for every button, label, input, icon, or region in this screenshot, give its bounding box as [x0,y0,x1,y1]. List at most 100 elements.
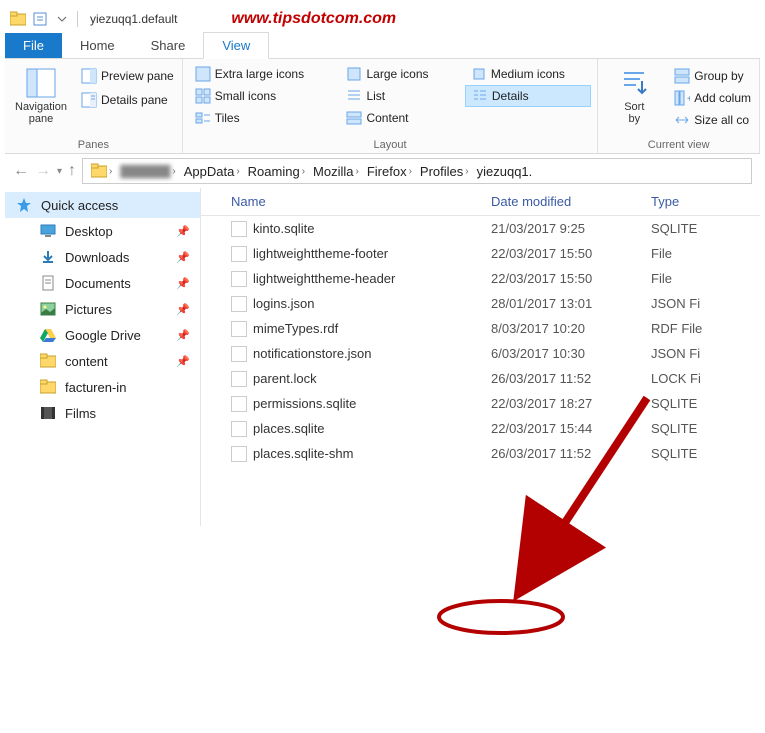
file-icon [231,346,247,362]
navigation-pane-button[interactable]: Navigation pane [11,63,71,129]
sidebar-item-content[interactable]: content📌 [5,348,200,374]
qat-dropdown-icon[interactable] [53,10,71,28]
group-current-view-label: Current view [604,137,753,151]
file-icon [231,446,247,462]
layout-small-button[interactable]: Small icons [189,85,331,107]
pin-icon: 📌 [176,355,190,368]
downloads-icon [39,248,57,266]
breadcrumb-seg[interactable]: Roaming› [244,164,309,179]
file-row[interactable]: notificationstore.json6/03/2017 10:30JSO… [201,341,760,366]
sidebar-quick-access[interactable]: Quick access [5,192,200,218]
file-type: SQLITE [651,396,760,411]
layout-extra-large-button[interactable]: Extra large icons [189,63,331,85]
breadcrumb-root-icon[interactable]: › [87,163,116,179]
folder-icon [39,352,57,370]
sidebar-item-pictures[interactable]: Pictures📌 [5,296,200,322]
breadcrumb[interactable]: › ▇▇▇▇▇› AppData› Roaming› Mozilla› Fire… [82,158,752,184]
sort-by-button[interactable]: Sort by [604,63,664,129]
file-name: mimeTypes.rdf [253,321,338,336]
pin-icon: 📌 [176,251,190,264]
layout-list-button[interactable]: List [340,85,454,107]
nav-recent-icon[interactable]: ▾ [57,166,62,177]
file-icon [231,396,247,412]
file-row[interactable]: parent.lock26/03/2017 11:52LOCK Fi [201,366,760,391]
desktop-icon [39,222,57,240]
sidebar-item-desktop[interactable]: Desktop📌 [5,218,200,244]
tab-view[interactable]: View [203,32,269,59]
details-pane-label: Details pane [101,93,168,107]
films-icon [39,404,57,422]
col-date[interactable]: Date modified [491,194,651,209]
layout-large-button[interactable]: Large icons [340,63,454,85]
group-by-button[interactable]: Group by [672,65,753,87]
details-pane-icon [81,92,97,108]
layout-content-button[interactable]: Content [340,107,454,129]
folder-icon [9,10,27,28]
file-type: JSON Fi [651,346,760,361]
file-date: 21/03/2017 9:25 [491,221,651,236]
col-name[interactable]: Name [201,194,491,209]
watermark-text: www.tipsdotcom.com [231,10,396,28]
sidebar-item-downloads[interactable]: Downloads📌 [5,244,200,270]
nav-up-icon[interactable]: ↑ [68,162,76,180]
sort-by-icon [618,67,650,99]
breadcrumb-seg[interactable]: Profiles› [416,164,473,179]
tab-home[interactable]: Home [62,33,133,58]
file-date: 6/03/2017 10:30 [491,346,651,361]
sidebar-item-documents[interactable]: Documents📌 [5,270,200,296]
nav-back-icon[interactable]: ← [13,162,29,180]
address-bar-row: ← → ▾ ↑ › ▇▇▇▇▇› AppData› Roaming› Mozil… [5,154,760,188]
layout-details-button[interactable]: Details [465,85,591,107]
file-row[interactable]: places.sqlite-shm26/03/2017 11:52SQLITE [201,441,760,466]
layout-tiles-button[interactable]: Tiles [189,107,331,129]
add-columns-icon: + [674,90,690,106]
file-row[interactable]: logins.json28/01/2017 13:01JSON Fi [201,291,760,316]
tab-file[interactable]: File [5,33,62,58]
file-date: 8/03/2017 10:20 [491,321,651,336]
breadcrumb-seg[interactable]: Firefox› [363,164,416,179]
file-row[interactable]: kinto.sqlite21/03/2017 9:25SQLITE [201,216,760,241]
details-pane-button[interactable]: Details pane [79,89,176,111]
file-row[interactable]: permissions.sqlite22/03/2017 18:27SQLITE [201,391,760,416]
file-row[interactable]: lightweighttheme-footer22/03/2017 15:50F… [201,241,760,266]
file-icon [231,271,247,287]
breadcrumb-seg[interactable]: ▇▇▇▇▇› [116,163,179,179]
breadcrumb-seg[interactable]: AppData› [180,164,244,179]
star-icon [15,196,33,214]
file-icon [231,421,247,437]
documents-icon [39,274,57,292]
file-row[interactable]: places.sqlite22/03/2017 15:44SQLITE [201,416,760,441]
group-current-view: Sort by Group by +Add colum Size all co … [598,59,760,153]
size-all-button[interactable]: Size all co [672,109,753,131]
sidebar-item-films[interactable]: Films [5,400,200,426]
breadcrumb-seg[interactable]: Mozilla› [309,164,363,179]
pin-icon: 📌 [176,225,190,238]
title-bar: yiezuqq1.default www.tipsdotcom.com [5,5,760,33]
qat-props-icon[interactable] [31,10,49,28]
group-by-icon [674,68,690,84]
file-type: RDF File [651,321,760,336]
file-row[interactable]: lightweighttheme-header22/03/2017 15:50F… [201,266,760,291]
file-type: File [651,271,760,286]
ribbon-tabs: File Home Share View [5,33,760,59]
preview-pane-button[interactable]: Preview pane [79,65,176,87]
add-columns-button[interactable]: +Add colum [672,87,753,109]
breadcrumb-seg[interactable]: yiezuqq1. [473,164,537,179]
file-type: JSON Fi [651,296,760,311]
separator [77,11,78,27]
preview-pane-icon [81,68,97,84]
sidebar-item-google-drive[interactable]: Google Drive📌 [5,322,200,348]
layout-medium-button[interactable]: Medium icons [465,63,591,85]
nav-forward-icon[interactable]: → [35,162,51,180]
sidebar-item-facturen[interactable]: facturen-in [5,374,200,400]
file-pane: Name Date modified Type kinto.sqlite21/0… [201,188,760,526]
tab-share[interactable]: Share [133,33,204,58]
column-headers: Name Date modified Type [201,188,760,216]
group-layout-label: Layout [189,137,592,151]
file-type: SQLITE [651,446,760,461]
file-row[interactable]: mimeTypes.rdf 8/03/2017 10:20RDF File [201,316,760,341]
large-icons-icon [346,66,362,82]
ribbon: Navigation pane Preview pane Details pan… [5,59,760,154]
file-icon [231,246,247,262]
col-type[interactable]: Type [651,194,760,209]
